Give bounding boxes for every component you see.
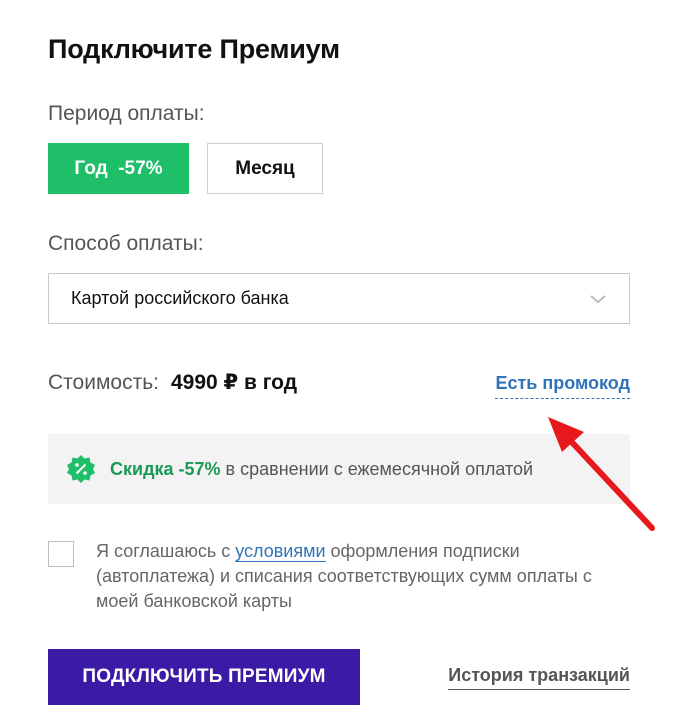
discount-banner: Скидка -57% в сравнении с ежемесячной оп…: [48, 434, 630, 504]
discount-description: в сравнении с ежемесячной оплатой: [225, 458, 534, 479]
agreement-text: Я соглашаюсь с условиями оформления подп…: [96, 539, 616, 614]
period-year-button[interactable]: Год -57%: [48, 143, 189, 194]
price-row: Стоимость: 4990 ₽ в год: [48, 370, 297, 395]
period-label: Период оплаты:: [48, 102, 205, 125]
agree-checkbox[interactable]: [48, 541, 74, 567]
price-label: Стоимость:: [48, 371, 159, 394]
agreement-text-before: Я соглашаюсь с: [96, 541, 236, 561]
payment-method-value: Картой российского банка: [71, 288, 289, 308]
payment-method-select[interactable]: Картой российского банка: [48, 273, 630, 324]
period-month-button[interactable]: Месяц: [207, 143, 323, 194]
terms-link[interactable]: условиями: [235, 541, 326, 562]
chevron-down-icon: [590, 295, 606, 304]
page-title: Подключите Премиум: [48, 34, 340, 64]
promo-code-link[interactable]: Есть промокод: [495, 373, 630, 399]
discount-amount: Скидка -57%: [110, 458, 221, 479]
payment-method-label: Способ оплаты:: [48, 232, 204, 255]
price-value: 4990 ₽ в год: [170, 371, 298, 394]
discount-badge-icon: [67, 455, 95, 483]
transaction-history-link[interactable]: История транзакций: [448, 665, 630, 690]
subscribe-premium-button[interactable]: ПОДКЛЮЧИТЬ ПРЕМИУМ: [48, 649, 360, 705]
